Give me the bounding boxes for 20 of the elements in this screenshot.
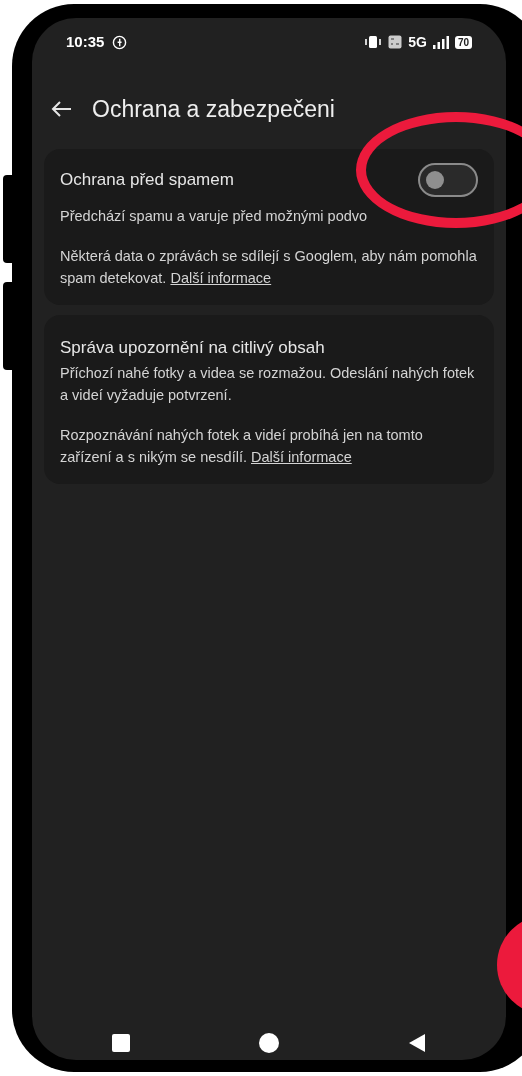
setting-description: Předchází spamu a varuje před možnými podvo [60,206,369,226]
volte-icon [388,35,403,49]
signal-icon [432,35,449,49]
status-time: 10:35 [66,31,105,52]
setting-note: Rozpoznávání nahých fotek a videí probíhá jen na tomto zařízení a s nikým se nesdílí. Další informace [60,426,424,467]
home-button[interactable] [259,1033,279,1053]
setting-title: Ochrana před spamem [60,168,234,191]
back-arrow-icon[interactable] [50,100,72,119]
setting-title: Správa upozornění na citlivý obsah [60,336,326,359]
setting-note: Některá data o zprávách se sdílejí s Googlem, aby nám pomohla spam detekovat. Další informace [60,246,478,288]
notification-icon [112,34,128,50]
setting-description: Příchozí nahé fotky a videa se rozmažou. Odeslání nahých fotek a videí vyžaduje potvrzení. [60,364,476,405]
more-info-link[interactable]: Další informace [251,449,352,465]
vibrate-icon [364,35,383,49]
battery-indicator: 70 [454,35,472,49]
back-button[interactable] [408,1033,426,1053]
page-title: Ochrana a zabezpečeni [92,95,335,124]
more-info-link[interactable]: Další informace [170,269,272,286]
toggle-switch[interactable] [418,162,478,197]
network-type: 5G [408,32,427,52]
